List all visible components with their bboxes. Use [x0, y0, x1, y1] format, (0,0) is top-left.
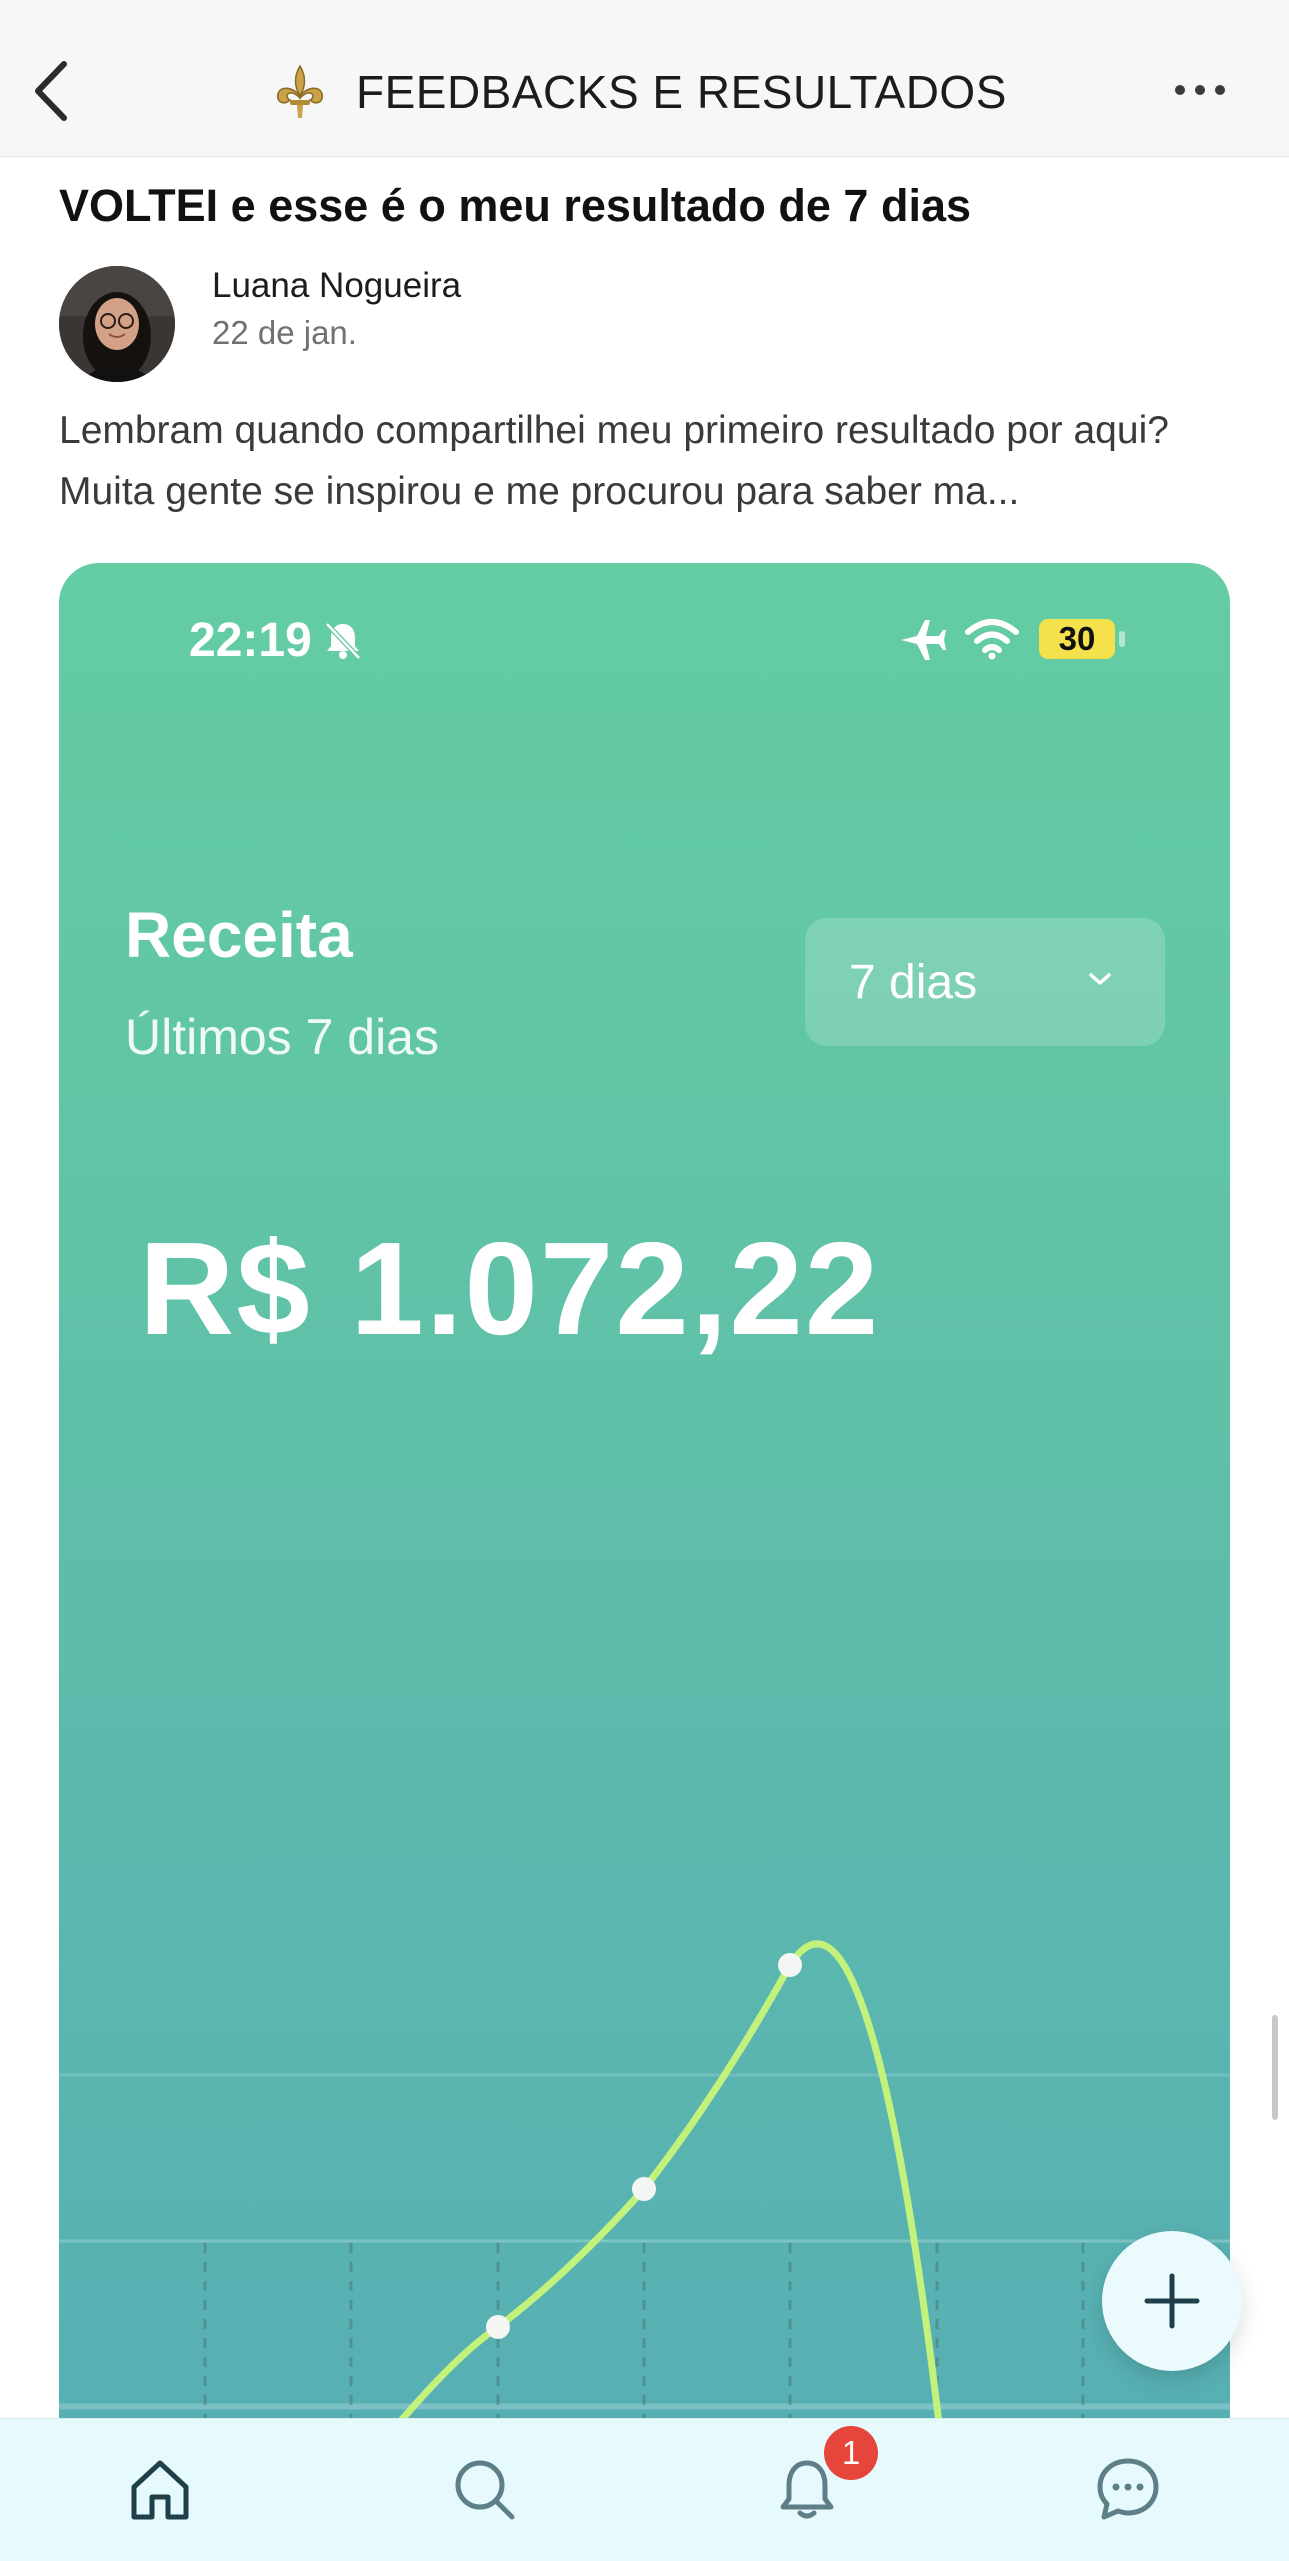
- fleur-de-lis-icon: [276, 64, 324, 118]
- card-subtitle: Últimos 7 dias: [125, 1009, 439, 1065]
- nav-home[interactable]: [110, 2439, 210, 2539]
- page-title: FEEDBACKS E RESULTADOS: [356, 66, 1007, 118]
- chart-point: [778, 1953, 802, 1977]
- status-time: 22:19: [189, 614, 312, 667]
- post-excerpt[interactable]: Lembram quando compartilhei meu primeiro…: [59, 400, 1239, 522]
- post-title[interactable]: VOLTEI e esse é o meu resultado de 7 dia…: [59, 180, 971, 232]
- plus-icon: [1144, 2273, 1200, 2329]
- avatar[interactable]: [59, 266, 175, 382]
- top-bar: FEEDBACKS E RESULTADOS: [0, 0, 1289, 157]
- back-button[interactable]: [28, 58, 88, 128]
- bottom-navigation: [0, 2418, 1289, 2561]
- chart-point: [632, 2177, 656, 2201]
- revenue-amount: R$ 1.072,22: [139, 1215, 881, 1362]
- ellipsis-icon: [1175, 85, 1225, 95]
- post-image[interactable]: 22:19 30 Receita Últimos 7 dias 7 dias R…: [59, 563, 1230, 2423]
- period-select[interactable]: 7 dias: [805, 918, 1165, 1046]
- author-name[interactable]: Luana Nogueira: [212, 266, 461, 306]
- chat-icon: [1097, 2458, 1159, 2520]
- notification-badge: 1: [824, 2426, 878, 2480]
- revenue-line-chart: [59, 1940, 1230, 2423]
- chart-point: [486, 2315, 510, 2339]
- home-icon: [131, 2460, 189, 2520]
- wifi-icon: [965, 619, 1019, 660]
- battery-indicator: 30: [1039, 617, 1129, 661]
- battery-level: 30: [1039, 619, 1115, 659]
- chart-vertical-gridlines: [203, 2243, 1085, 2423]
- period-select-value: 7 dias: [849, 956, 978, 1009]
- search-icon: [455, 2460, 515, 2520]
- new-post-button[interactable]: [1102, 2231, 1242, 2371]
- nav-chat[interactable]: [1078, 2439, 1178, 2539]
- bell-off-icon: [325, 622, 361, 660]
- scroll-indicator[interactable]: [1272, 2015, 1278, 2120]
- nav-search[interactable]: [434, 2439, 534, 2539]
- card-title: Receita: [125, 899, 353, 971]
- channel-title: FEEDBACKS E RESULTADOS: [270, 62, 1030, 122]
- post-date: 22 de jan.: [212, 314, 357, 351]
- airplane-icon: [901, 620, 946, 660]
- chevron-left-icon: [35, 61, 67, 121]
- chevron-down-icon: [1089, 973, 1111, 985]
- revenue-line: [395, 1940, 943, 2423]
- more-options-button[interactable]: [1170, 70, 1230, 110]
